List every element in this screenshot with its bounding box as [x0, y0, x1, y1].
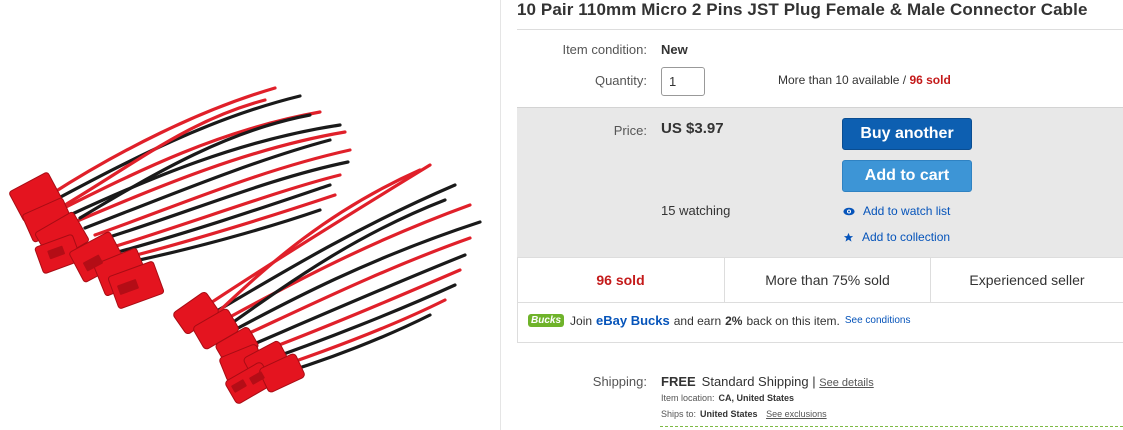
ebay-bucks-link[interactable]: eBay Bucks [596, 313, 670, 328]
available-text: More than 10 available [778, 73, 900, 87]
watching-count: 15 watching [661, 203, 731, 218]
see-details-link[interactable]: See details [819, 377, 873, 389]
bucks-back-text: back on this item. [746, 313, 840, 328]
stat-experienced-seller: Experienced seller [930, 257, 1123, 303]
shipping-separator: | [812, 374, 816, 389]
item-location: Item location: CA, United States [661, 393, 794, 403]
product-image[interactable] [0, 0, 500, 430]
title-divider [517, 29, 1123, 30]
bucks-earn-text: and earn [673, 313, 722, 328]
bucks-join-text: Join [570, 313, 593, 328]
item-location-label: Item location: [661, 393, 715, 403]
stats-divider [517, 302, 1123, 303]
available-separator: / [902, 73, 907, 87]
see-exclusions-link[interactable]: See exclusions [766, 409, 827, 419]
buy-another-button[interactable]: Buy another [842, 118, 972, 150]
add-to-cart-button[interactable]: Add to cart [842, 160, 972, 192]
shipping-method: Standard Shipping [701, 374, 809, 389]
ships-to-label: Ships to: [661, 409, 697, 419]
availability: More than 10 available / 96 sold [778, 73, 951, 87]
stat-percent-sold: More than 75% sold [724, 257, 930, 303]
bucks-percent: 2% [725, 313, 743, 328]
shipping-free: FREE [661, 374, 696, 389]
dashed-divider [660, 426, 1123, 427]
jst-cable-photo [9, 86, 482, 404]
quantity-input[interactable] [661, 67, 705, 96]
bucks-logo: Bucks [528, 314, 565, 327]
eye-icon [843, 207, 855, 215]
add-to-collection-link[interactable]: Add to collection [843, 230, 950, 244]
add-to-watch-list-link[interactable]: Add to watch list [843, 204, 950, 218]
see-conditions-link[interactable]: See conditions [845, 315, 911, 326]
quantity-label: Quantity: [594, 73, 647, 88]
condition-label: Item condition: [562, 42, 647, 57]
ships-to: Ships to: United States See exclusions [661, 409, 827, 419]
image-divider [500, 0, 501, 430]
watch-list-label: Add to watch list [863, 204, 951, 218]
stat-sold: 96 sold [596, 272, 645, 288]
sold-count-link[interactable]: 96 sold [909, 73, 950, 87]
price-value: US $3.97 [661, 120, 724, 137]
product-title: 10 Pair 110mm Micro 2 Pins JST Plug Fema… [517, 0, 1088, 19]
ebay-bucks-promo: Bucks Join eBay Bucks and earn 2% back o… [528, 313, 910, 328]
ships-to-value: United States [700, 409, 758, 419]
collection-label: Add to collection [862, 230, 951, 244]
price-label: Price: [613, 123, 647, 138]
shipping-label: Shipping: [592, 374, 647, 389]
star-icon [843, 232, 854, 242]
condition-value: New [661, 42, 688, 57]
shipping-info: FREE Standard Shipping | See details [661, 374, 874, 389]
item-location-value: CA, United States [718, 393, 795, 403]
